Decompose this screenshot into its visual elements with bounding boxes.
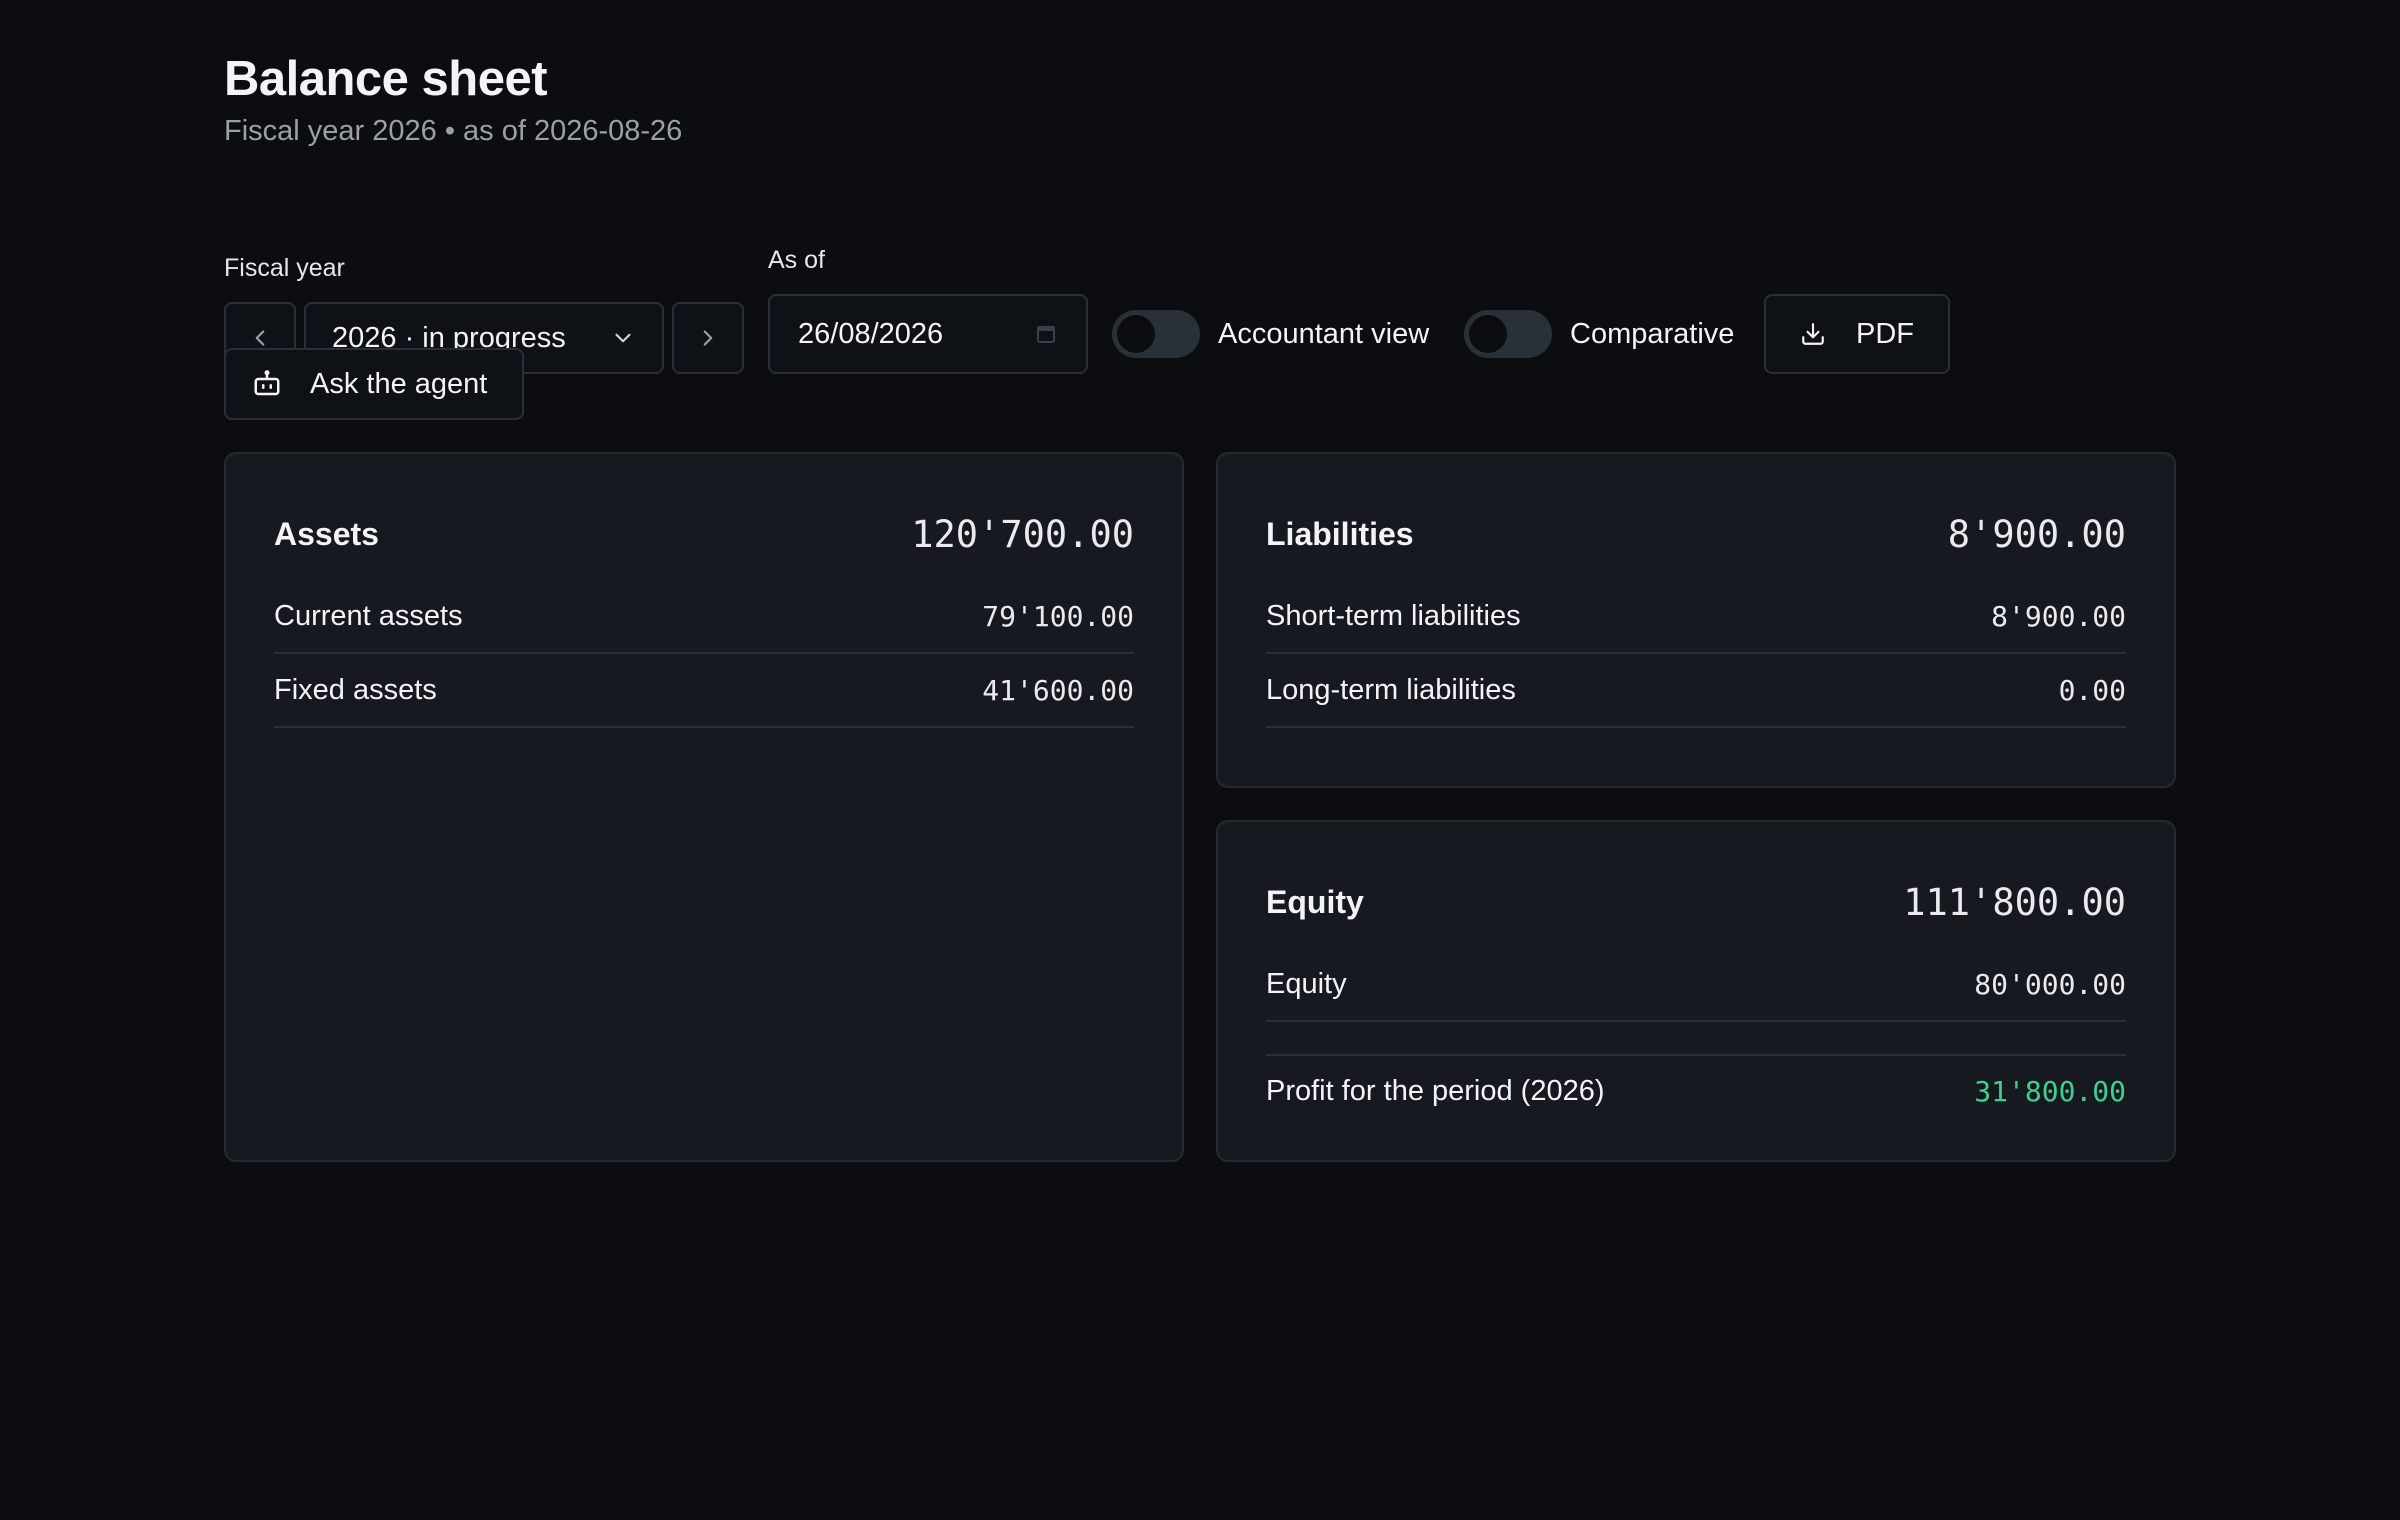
row-amount: 79'100.00 (982, 599, 1134, 633)
assets-row: Fixed assets 41'600.00 (274, 654, 1134, 728)
liabilities-row: Long-term liabilities 0.00 (1266, 654, 2126, 728)
row-amount: 80'000.00 (1974, 967, 2126, 1001)
accountant-view-label: Accountant view (1218, 317, 1430, 350)
assets-row: Current assets 79'100.00 (274, 580, 1134, 654)
row-label: Long-term liabilities (1266, 673, 1516, 706)
download-icon (1802, 323, 1824, 345)
pdf-label: PDF (1856, 317, 1914, 350)
toggle-knob (1469, 315, 1507, 353)
bot-icon (254, 370, 280, 396)
equity-rows: Equity 80'000.00 Profit for the period (… (1266, 948, 2126, 1126)
as-of-date-value: 26/08/2026 (798, 317, 944, 350)
profit-amount: 31'800.00 (1974, 1074, 2126, 1108)
ask-agent-button[interactable]: Ask the agent (224, 348, 524, 420)
assets-card: Assets 120'700.00 Current assets 79'100.… (224, 452, 1184, 1162)
as-of-label: As of (768, 246, 825, 274)
pdf-download-button[interactable]: PDF (1764, 294, 1950, 374)
page-title: Balance sheet (224, 52, 548, 106)
comparative-toggle-group: Comparative (1464, 310, 1734, 358)
equity-title: Equity (1266, 883, 1364, 920)
liabilities-header: Liabilities 8'900.00 (1266, 504, 2126, 564)
liabilities-card: Liabilities 8'900.00 Short-term liabilit… (1216, 452, 2176, 788)
assets-title: Assets (274, 515, 379, 552)
calendar-icon (1037, 326, 1055, 343)
accountant-view-toggle-group: Accountant view (1112, 310, 1429, 358)
fiscal-year-label: Fiscal year (224, 254, 345, 282)
assets-total: 120'700.00 (911, 512, 1134, 556)
equity-total: 111'800.00 (1903, 880, 2126, 924)
row-amount: 41'600.00 (982, 673, 1134, 707)
toggle-knob (1117, 315, 1155, 353)
assets-rows: Current assets 79'100.00 Fixed assets 41… (274, 580, 1134, 728)
assets-header: Assets 120'700.00 (274, 504, 1134, 564)
profit-label: Profit for the period (2026) (1266, 1074, 1605, 1107)
chevron-right-icon (703, 330, 713, 346)
comparative-toggle[interactable] (1464, 310, 1552, 358)
equity-row: Equity 80'000.00 (1266, 948, 2126, 1022)
profit-row: Profit for the period (2026) 31'800.00 (1266, 1054, 2126, 1126)
liabilities-row: Short-term liabilities 8'900.00 (1266, 580, 2126, 654)
liabilities-total: 8'900.00 (1947, 512, 2126, 556)
next-year-button[interactable] (672, 302, 744, 374)
page-subtitle: Fiscal year 2026 • as of 2026-08-26 (224, 115, 683, 147)
row-label: Short-term liabilities (1266, 599, 1521, 632)
liabilities-title: Liabilities (1266, 515, 1414, 552)
as-of-date-input[interactable]: 26/08/2026 (768, 294, 1088, 374)
row-label: Current assets (274, 599, 463, 632)
accountant-view-toggle[interactable] (1112, 310, 1200, 358)
comparative-label: Comparative (1570, 317, 1735, 350)
row-label: Equity (1266, 967, 1347, 1000)
ask-agent-label: Ask the agent (310, 367, 488, 400)
liabilities-rows: Short-term liabilities 8'900.00 Long-ter… (1266, 580, 2126, 728)
balance-sheet-page: Balance sheet Fiscal year 2026 • as of 2… (224, 48, 2176, 1162)
row-amount: 8'900.00 (1991, 599, 2126, 633)
chevron-down-icon (615, 333, 631, 343)
row-label: Fixed assets (274, 673, 437, 706)
equity-card: Equity 111'800.00 Equity 80'000.00 Profi… (1216, 820, 2176, 1162)
equity-header: Equity 111'800.00 (1266, 872, 2126, 932)
row-amount: 0.00 (2058, 673, 2126, 707)
